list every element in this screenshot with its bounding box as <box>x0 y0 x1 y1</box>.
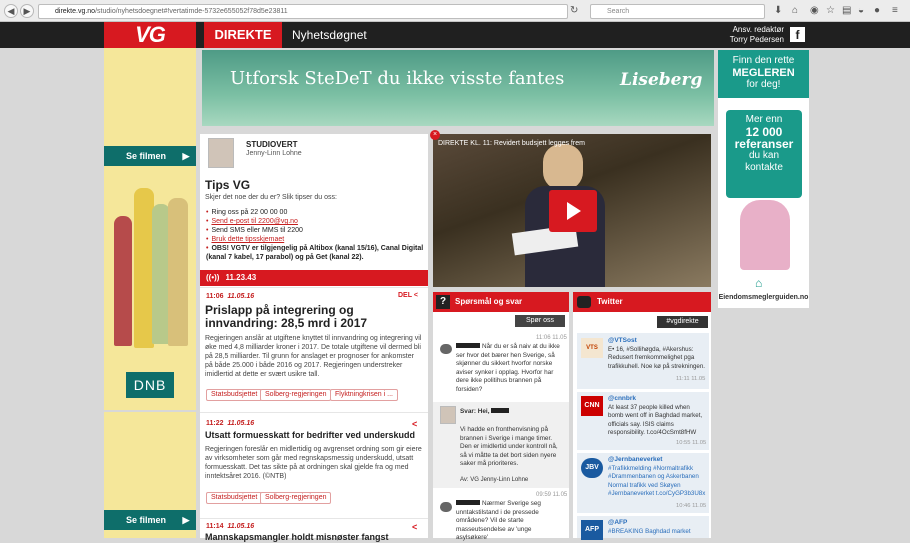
banner-text: Utforsk SteDeT du ikke visste fantes <box>230 68 565 89</box>
jernbaneverket-logo: JBV <box>581 458 603 478</box>
tweet-time: 10:46 11.05 <box>676 503 707 509</box>
tv-note: • OBS! VGTV er tilgjengelig på Altibox (k… <box>206 245 424 261</box>
article-title[interactable]: Prislapp på integrering og innvandring: … <box>205 304 423 330</box>
back-arrow-icon[interactable]: ◀ <box>4 4 18 18</box>
browser-search-input[interactable]: Search <box>590 4 765 19</box>
article-title[interactable]: Mannskapsmangler holdt misnøster fangst <box>205 532 423 542</box>
article-body: Regjeringen foreslår en midlertidig og a… <box>205 446 422 480</box>
ad-illustration <box>740 200 790 270</box>
address-bar[interactable]: direkte.vg.no/studio/nyhetsdoegnet#!vert… <box>38 4 568 19</box>
avatar <box>440 406 456 424</box>
tweet-handle[interactable]: @cnnbrk <box>608 395 636 402</box>
share-icon[interactable]: < <box>412 419 417 429</box>
tweet-handle[interactable]: @VTSost <box>608 337 637 344</box>
answer-signature: Av: VG Jenny-Linn Lohne <box>460 477 529 483</box>
editor-info: Ansv. redaktør Torry Pedersen <box>729 25 784 44</box>
close-icon[interactable]: × <box>430 130 440 140</box>
house-icon: ⌂ <box>755 276 763 290</box>
facebook-icon[interactable]: f <box>790 27 805 42</box>
ask-us-button[interactable]: Spør oss <box>515 315 565 327</box>
reader-icon[interactable]: ▤ <box>842 5 851 17</box>
qa-header: Spørsmål og svar <box>433 292 569 312</box>
share-button[interactable]: DEL < <box>398 292 418 299</box>
share-icon[interactable]: < <box>412 522 417 532</box>
play-button[interactable] <box>549 190 597 232</box>
article-time: 11:06 11.05.16 <box>206 293 255 300</box>
share-icon: < <box>413 292 418 299</box>
tip-sms: • Send SMS eller MMS til 2200 <box>206 227 303 234</box>
reload-icon[interactable]: ↻ <box>570 5 578 17</box>
studio-role: STUDIOVERT <box>246 140 298 149</box>
eiendomsmeglerguiden-logo: Eiendomsmeglerguiden.no <box>718 294 809 301</box>
tweet-handle[interactable]: @AFP <box>608 519 627 526</box>
home-icon[interactable]: ⌂ <box>792 5 798 17</box>
question-time: 09:59 11.05 <box>536 492 568 498</box>
cnn-logo: CNN <box>581 396 603 416</box>
chat-bubble-icon <box>440 502 452 512</box>
tag-statsbudsjettet[interactable]: Statsbudsjettet <box>206 492 263 504</box>
tip-form-link[interactable]: • Bruk dette tipsskjemaet <box>206 235 284 244</box>
answer-label: Svar: Hei, <box>460 408 510 417</box>
studio-host-name: Jenny-Linn Lohne <box>246 150 302 157</box>
afp-logo: AFP <box>581 520 603 540</box>
tip-phone: • Ring oss på 22 00 00 00 <box>206 209 288 216</box>
play-icon <box>567 202 581 220</box>
pocket-icon[interactable]: ◉ <box>810 5 819 17</box>
article-time: 11:14 11.05.16 <box>206 523 255 530</box>
extension-icon[interactable]: ● <box>874 5 880 17</box>
vts-logo: VTS <box>581 338 603 358</box>
liseberg-logo: Liseberg <box>620 70 703 90</box>
twitter-header: Twitter <box>573 292 711 312</box>
dnb-logo[interactable]: DNB <box>126 372 174 398</box>
video-title: DIREKTE KL. 11: Revidert budsjett legges… <box>438 140 585 147</box>
tag-statsbudsjettet[interactable]: Statsbudsjettet <box>206 389 263 401</box>
avatar <box>208 138 234 168</box>
question-text: Når du er så naiv at du ikke ser hvor de… <box>456 343 560 393</box>
live-broadcast-icon: ((•)) <box>206 273 220 282</box>
chevron-right-icon: ▶ <box>182 151 190 161</box>
twitter-bird-icon <box>577 296 591 308</box>
tweet-time: 10:55 11.05 <box>676 440 707 446</box>
tips-heading: Tips VG <box>205 178 251 192</box>
se-filmen-button[interactable]: Se filmen ▶ <box>104 146 196 166</box>
tips-intro: Skjer det noe der du er? Slik tipser du … <box>205 194 337 201</box>
direkte-nav-button[interactable]: DIREKTE <box>204 22 282 48</box>
download-icon[interactable]: ⬇ <box>774 5 782 17</box>
article-body: Regjeringen anslår at utgiftene knyttet … <box>205 335 422 378</box>
tag-flyktningkrisen[interactable]: Flyktningkrisen i ... <box>330 389 398 401</box>
article-title[interactable]: Utsatt formuesskatt for bedrifter ved un… <box>205 430 423 440</box>
hashtag-button[interactable]: #vgdirekte <box>657 316 708 328</box>
live-clock-bar: ((•)) 11.23.43 <box>200 270 428 286</box>
menu-icon[interactable]: ≡ <box>892 5 898 17</box>
ad-references-box: Mer enn 12 000 referanser du kan kontakt… <box>726 110 802 198</box>
se-filmen-button-bottom[interactable]: Se filmen ▶ <box>104 510 196 530</box>
tweet-text: E• 16, #Sollihøgda, #Akershus: Redusert … <box>608 346 705 370</box>
dnb-ad-top[interactable] <box>104 48 196 410</box>
chevron-right-icon: ▶ <box>182 515 190 525</box>
bookmark-star-icon[interactable]: ☆ <box>826 5 835 17</box>
tweet-handle[interactable]: @Jernbaneverket <box>608 456 662 463</box>
question-time: 11:06 11.05 <box>536 335 567 341</box>
ad-headline: Finn den rette MEGLEREN for deg! <box>718 50 809 98</box>
tweet-text: #Trafikkmelding #Normaltrafikk #Drammenb… <box>608 465 706 497</box>
question-mark-icon: ? <box>436 295 450 309</box>
tweet-text: #BREAKING Baghdad market <box>608 528 691 535</box>
tag-solberg-regjeringen[interactable]: Solberg-regjeringen <box>260 389 332 401</box>
tip-email[interactable]: • Send e-post til 2200@vg.no <box>206 217 298 226</box>
tweet-text: At least 37 people killed when bomb went… <box>608 404 703 436</box>
nyhetsdognet-title[interactable]: Nyhetsdøgnet <box>292 22 367 48</box>
vg-logo[interactable]: VG <box>104 22 196 48</box>
chat-bubble-icon <box>440 344 452 354</box>
shield-icon[interactable]: ◒ <box>858 5 864 17</box>
forward-arrow-icon[interactable]: ▶ <box>20 4 34 18</box>
tag-solberg-regjeringen[interactable]: Solberg-regjeringen <box>260 492 332 504</box>
tweet-time: 11:11 11.05 <box>676 376 706 382</box>
question-text: Nærmer Sverige seg unntakstilstand i de … <box>456 500 541 541</box>
answer-text: Vi hadde en fronthenvisning på brannen i… <box>460 426 558 467</box>
article-time: 11:22 11.05.16 <box>206 420 255 427</box>
